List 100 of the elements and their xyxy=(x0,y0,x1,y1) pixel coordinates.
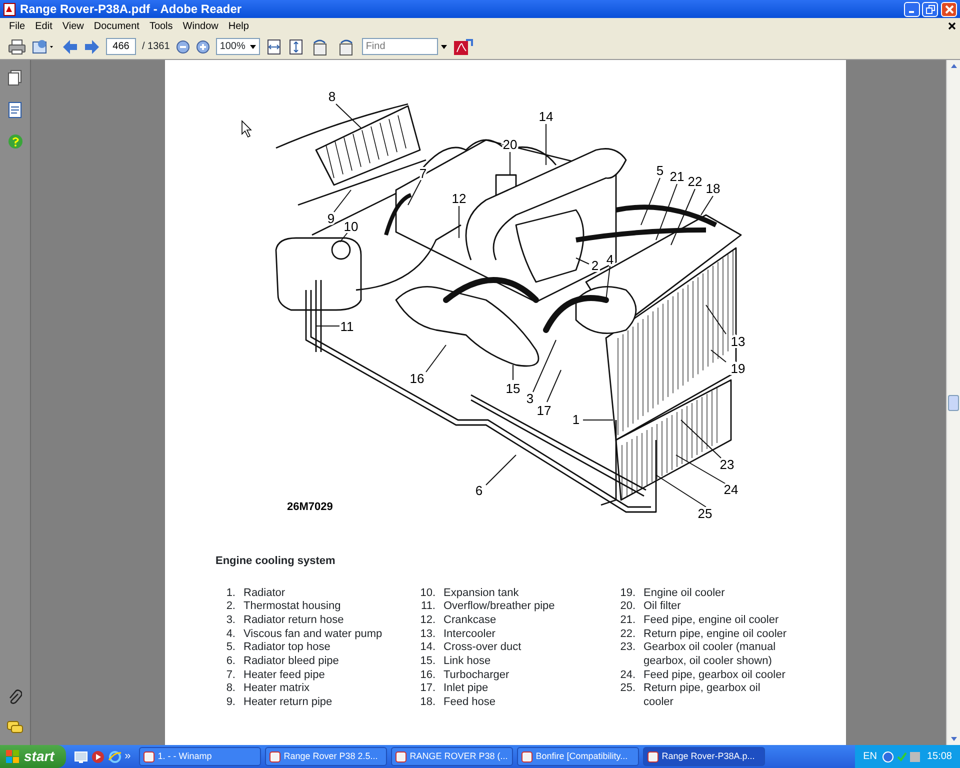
zoom-out-icon[interactable] xyxy=(176,40,190,54)
legend-text: Cross-over duct xyxy=(442,641,522,656)
find-field[interactable]: Find xyxy=(362,38,438,55)
app-icon xyxy=(142,750,155,762)
browser-icon[interactable] xyxy=(108,750,122,764)
menu-item[interactable]: Window xyxy=(178,18,224,34)
fit-width-icon[interactable] xyxy=(288,38,304,54)
legend-number: 7. xyxy=(225,668,236,682)
legend-text: Radiator return hose xyxy=(242,614,344,628)
email-icon[interactable] xyxy=(32,38,56,54)
callout-number: 9 xyxy=(326,211,334,226)
legend-text: Feed hose xyxy=(442,696,496,710)
legend-text: Heater feed pipe xyxy=(242,668,325,682)
callout-number: 15 xyxy=(505,381,520,396)
legend-number: 8. xyxy=(225,682,236,696)
app-icon xyxy=(520,750,533,762)
callout-number: 3 xyxy=(526,391,534,406)
close-icon xyxy=(944,4,954,14)
start-button[interactable]: start xyxy=(0,745,66,768)
legend-text: Link hose xyxy=(442,655,491,669)
legend-number: 25. xyxy=(619,682,636,696)
legend-text: Radiator bleed pipe xyxy=(242,655,339,669)
legend-text: Turbocharger xyxy=(442,668,510,682)
legend-number: 17. xyxy=(419,682,436,696)
callout-number: 23 xyxy=(719,457,734,472)
legend-number: 11. xyxy=(420,600,436,614)
print-icon[interactable] xyxy=(8,38,26,54)
callout-number: 2 xyxy=(590,258,598,273)
legend-text: Engine oil cooler xyxy=(642,586,726,600)
legend-number: 6. xyxy=(225,655,236,669)
menu-item[interactable]: Tools xyxy=(144,18,178,34)
menu-item[interactable]: Help xyxy=(223,18,254,34)
legend-number: 13. xyxy=(419,628,436,642)
document-icon[interactable] xyxy=(8,102,22,118)
more-chevron[interactable]: » xyxy=(124,748,131,765)
windows-logo-icon xyxy=(6,750,20,764)
menu-item[interactable]: View xyxy=(57,18,89,34)
legend-number: 4. xyxy=(225,628,236,642)
legend-text: Return pipe, engine oil cooler xyxy=(642,628,788,642)
legend-text: Radiator xyxy=(242,586,286,600)
menu-item[interactable]: Edit xyxy=(30,18,58,34)
fit-page-icon[interactable] xyxy=(266,38,282,54)
restore-button[interactable] xyxy=(922,2,938,16)
comments-icon[interactable] xyxy=(7,721,23,735)
menu-item[interactable]: File xyxy=(4,18,30,34)
help-icon[interactable] xyxy=(8,134,22,149)
legend-number: 3. xyxy=(225,614,236,628)
close-button[interactable] xyxy=(941,2,957,16)
legend-number: 22. xyxy=(619,628,636,642)
page-count: / 1361 xyxy=(142,40,170,54)
callout-number: 18 xyxy=(705,181,720,196)
legend-text: Oil filter xyxy=(642,600,682,614)
legend-text: Crankcase xyxy=(442,614,496,628)
taskbar-item[interactable]: Range Rover-P38A.p... xyxy=(642,747,765,766)
callout-number: 14 xyxy=(538,109,553,124)
scroll-thumb[interactable] xyxy=(948,394,959,410)
page-number-field[interactable]: 466 xyxy=(106,38,136,55)
legend-number: 21. xyxy=(619,614,636,628)
tray-icons-drawing[interactable] xyxy=(882,750,922,764)
legend-text: Viscous fan and water pump xyxy=(242,628,382,642)
window-title: Range Rover-P38A.pdf - Adobe Reader xyxy=(20,1,242,18)
paperclip-icon[interactable] xyxy=(8,689,22,705)
back-arrow-icon[interactable] xyxy=(62,38,78,54)
desktop-icon[interactable] xyxy=(74,750,88,764)
taskbar-item[interactable]: Bonfire [Compatibility... xyxy=(516,747,639,766)
legend-text: Gearbox oil cooler (manual gearbox, oil cooler shown) xyxy=(642,641,777,669)
legend-text: Feed pipe, engine oil cooler xyxy=(642,614,780,628)
find-dropdown-icon[interactable] xyxy=(440,44,447,48)
callout-number: 10 xyxy=(343,219,358,234)
app-icon xyxy=(646,750,659,762)
callout-number: 21 xyxy=(669,169,684,184)
menu-item[interactable]: Document xyxy=(88,18,144,34)
figure-caption: Engine cooling system xyxy=(216,554,336,569)
legend-text: Overflow/breather pipe xyxy=(442,600,555,614)
legend-number: 12. xyxy=(419,614,436,628)
forward-arrow-icon[interactable] xyxy=(84,38,100,54)
legend-number: 19. xyxy=(619,586,636,600)
app-icon xyxy=(394,750,407,762)
callout-number: 6 xyxy=(474,483,482,498)
figure-code: 26M7029 xyxy=(286,501,332,513)
legend-text: Thermostat housing xyxy=(242,600,341,614)
callout-number: 5 xyxy=(656,163,664,178)
zoom-in-icon[interactable] xyxy=(196,40,210,54)
scrollbar[interactable] xyxy=(946,60,960,745)
restore-icon xyxy=(926,4,935,14)
pages-icon[interactable] xyxy=(8,70,22,86)
pdf-icon[interactable] xyxy=(452,38,473,56)
close-icon[interactable] xyxy=(948,22,956,30)
legend-number: 16. xyxy=(419,668,436,682)
legend-text: Heater matrix xyxy=(242,682,310,696)
legend-number: 24. xyxy=(619,668,636,682)
taskbar-item[interactable]: 1. - - Winamp xyxy=(138,747,261,766)
minimize-button[interactable] xyxy=(904,2,920,16)
media-player-icon[interactable] xyxy=(91,750,106,764)
taskbar-item[interactable]: RANGE ROVER P38 (... xyxy=(390,747,513,766)
zoom-dropdown[interactable]: 100% xyxy=(216,38,260,55)
callout-number: 12 xyxy=(451,191,466,206)
callout-number: 11 xyxy=(340,319,354,334)
caret-icon xyxy=(250,44,256,48)
taskbar-item[interactable]: Range Rover P38 2.5... xyxy=(264,747,387,766)
